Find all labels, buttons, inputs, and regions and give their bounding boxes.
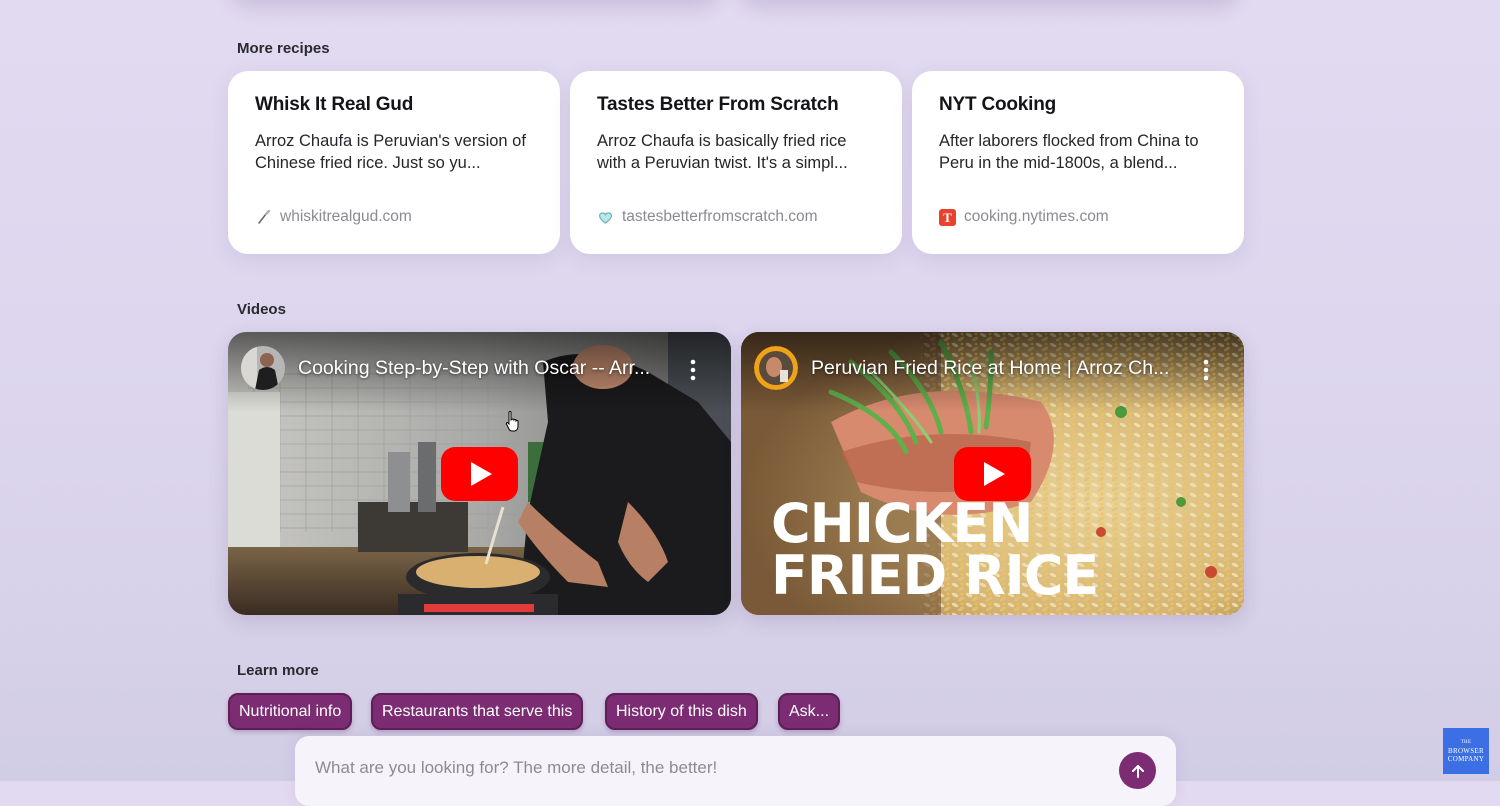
send-button[interactable]: [1119, 752, 1156, 789]
video-card-cooking-step-by-step[interactable]: Cooking Step-by-Step with Oscar -- Arr..…: [228, 332, 731, 615]
recipe-card-whisk-it-real-gud[interactable]: Whisk It Real Gud Arroz Chaufa is Peruvi…: [228, 71, 560, 254]
chip-nutritional-info[interactable]: Nutritional info: [228, 693, 353, 730]
brand-line: THE: [1460, 740, 1472, 745]
learn-more-heading: Learn more: [237, 662, 319, 679]
recipe-card-title: Whisk It Real Gud: [255, 94, 414, 115]
thumbnail-text-line2: FRIED RICE: [771, 544, 1098, 607]
recipe-card-description: Arroz Chaufa is Peruvian's version of Ch…: [255, 132, 526, 172]
svg-text:T: T: [943, 210, 952, 225]
recipe-card-description: Arroz Chaufa is basically fried rice wit…: [597, 132, 848, 172]
recipe-card-title: Tastes Better From Scratch: [597, 94, 839, 115]
youtube-play-icon[interactable]: [441, 447, 518, 501]
channel-avatar[interactable]: [241, 346, 285, 390]
query-input[interactable]: [315, 758, 1095, 778]
channel-avatar[interactable]: [754, 346, 798, 390]
recipe-source-domain: tastesbetterfromscratch.com: [622, 208, 818, 225]
videos-heading: Videos: [237, 301, 286, 318]
recipe-source-domain: whiskitrealgud.com: [280, 208, 412, 225]
chip-ask[interactable]: Ask...: [778, 693, 841, 730]
brand-line: BROWSER: [1448, 747, 1484, 755]
recipe-card-tastes-better-from-scratch[interactable]: Tastes Better From Scratch Arroz Chaufa …: [570, 71, 902, 254]
heart-icon: [597, 209, 614, 226]
recipe-source-domain: cooking.nytimes.com: [964, 208, 1109, 225]
more-options-icon[interactable]: [689, 359, 697, 381]
mouse-cursor-icon: [505, 411, 519, 432]
video-title[interactable]: Peruvian Fried Rice at Home | Arroz Ch..…: [811, 357, 1171, 380]
recipe-card-source[interactable]: tastesbetterfromscratch.com: [597, 208, 818, 226]
recipe-card-description: After laborers flocked from China to Per…: [939, 132, 1199, 172]
youtube-play-icon[interactable]: [954, 447, 1031, 501]
query-bar: [295, 736, 1176, 806]
recipe-card-source[interactable]: T cooking.nytimes.com: [939, 208, 1109, 226]
recipe-card-title: NYT Cooking: [939, 94, 1057, 115]
arrow-up-icon: [1131, 764, 1144, 778]
chip-restaurants-that-serve-this[interactable]: Restaurants that serve this: [371, 693, 584, 730]
more-recipes-heading: More recipes: [237, 40, 330, 57]
recipe-card-source[interactable]: whiskitrealgud.com: [255, 208, 412, 226]
chip-history-of-this-dish[interactable]: History of this dish: [605, 693, 758, 730]
brand-line: COMPANY: [1447, 755, 1485, 763]
recipe-card-nyt-cooking[interactable]: NYT Cooking After laborers flocked from …: [912, 71, 1244, 254]
nyt-icon: T: [939, 208, 956, 226]
more-options-icon[interactable]: [1202, 359, 1210, 381]
video-card-peruvian-fried-rice[interactable]: CHICKEN FRIED RICE Peruvian Fried Rice a…: [741, 332, 1244, 615]
browser-company-logo: THE BROWSER COMPANY: [1443, 728, 1489, 774]
video-title[interactable]: Cooking Step-by-Step with Oscar -- Arr..…: [298, 357, 658, 380]
whisk-icon: [255, 209, 272, 226]
